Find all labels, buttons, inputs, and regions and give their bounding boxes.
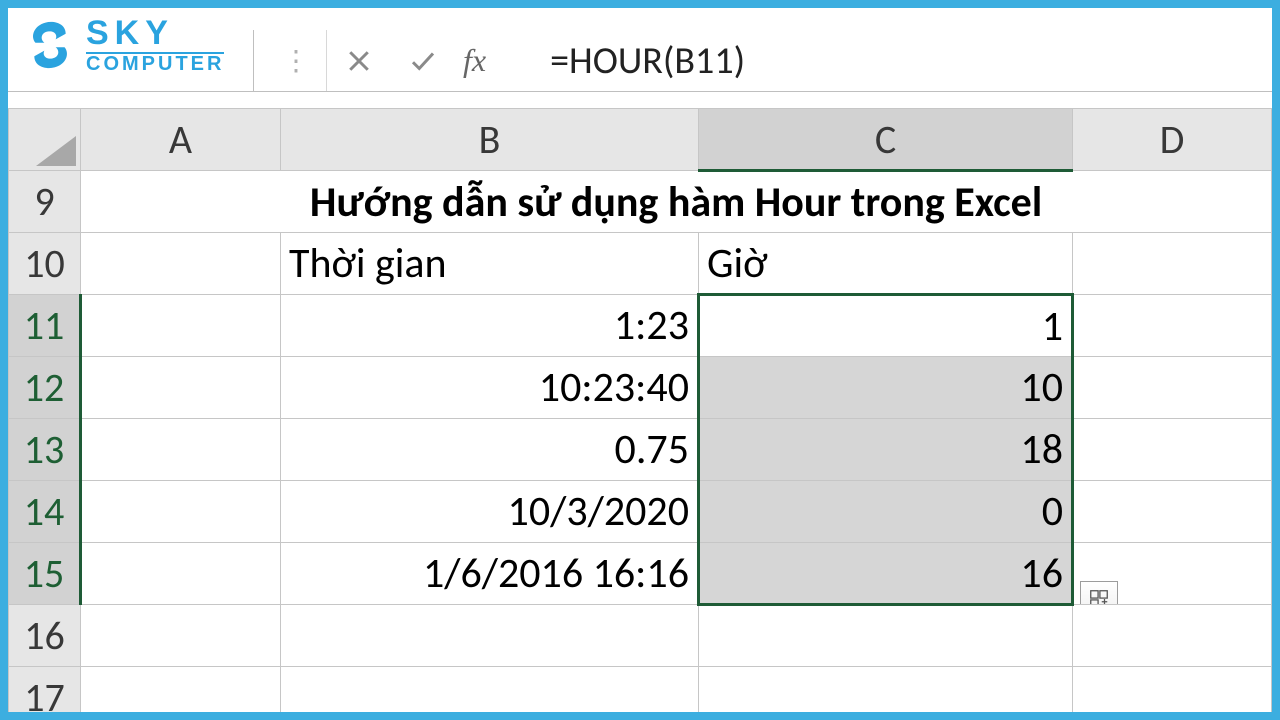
row-header-13[interactable]: 13 xyxy=(9,419,81,481)
insert-function-button[interactable]: fx xyxy=(455,42,504,79)
formula-bar-divider: ⋮ xyxy=(266,30,327,91)
cell-D17[interactable] xyxy=(1073,667,1272,713)
cell-A16[interactable] xyxy=(81,605,281,667)
cell-C14[interactable]: 0 xyxy=(699,481,1073,543)
col-header-B[interactable]: B xyxy=(281,109,699,171)
enter-formula-icon[interactable] xyxy=(391,30,455,91)
col-header-C[interactable]: C xyxy=(699,109,1073,171)
cell-B13[interactable]: 0.75 xyxy=(281,419,699,481)
cell-D11[interactable] xyxy=(1073,295,1272,357)
cell-A12[interactable] xyxy=(81,357,281,419)
logo-mark-icon xyxy=(22,17,78,73)
col-header-D[interactable]: D xyxy=(1073,109,1272,171)
cell-C10[interactable]: Giờ xyxy=(699,233,1073,295)
cell-B15[interactable]: 1/6/2016 16:16 xyxy=(281,543,699,605)
cell-A17[interactable] xyxy=(81,667,281,713)
cell-B11[interactable]: 1:23 xyxy=(281,295,699,357)
row-header-15[interactable]: 15 xyxy=(9,543,81,605)
formula-input[interactable]: =HOUR(B11) xyxy=(516,38,1272,84)
autofill-options-button[interactable] xyxy=(1080,581,1118,605)
row-header-11[interactable]: 11 xyxy=(9,295,81,357)
cell-D13[interactable] xyxy=(1073,419,1272,481)
cell-A14[interactable] xyxy=(81,481,281,543)
cell-B16[interactable] xyxy=(281,605,699,667)
cell-C12[interactable]: 10 xyxy=(699,357,1073,419)
col-header-A[interactable]: A xyxy=(81,109,281,171)
row-header-9[interactable]: 9 xyxy=(9,171,81,233)
row-header-10[interactable]: 10 xyxy=(9,233,81,295)
logo-text-2: COMPUTER xyxy=(86,54,224,74)
select-all-triangle-icon xyxy=(36,136,76,166)
logo-text-1: SKY xyxy=(86,16,224,54)
cell-D16[interactable] xyxy=(1073,605,1272,667)
title-cell[interactable]: Hướng dẫn sử dụng hàm Hour trong Excel xyxy=(81,171,1272,233)
cell-A15[interactable] xyxy=(81,543,281,605)
cell-D14[interactable] xyxy=(1073,481,1272,543)
cell-A10[interactable] xyxy=(81,233,281,295)
cell-B14[interactable]: 10/3/2020 xyxy=(281,481,699,543)
cell-B12[interactable]: 10:23:40 xyxy=(281,357,699,419)
cancel-formula-icon[interactable] xyxy=(327,30,391,91)
cell-C17[interactable] xyxy=(699,667,1073,713)
cell-C13[interactable]: 18 xyxy=(699,419,1073,481)
cell-A11[interactable] xyxy=(81,295,281,357)
select-all-corner[interactable] xyxy=(9,109,81,171)
cell-B10[interactable]: Thời gian xyxy=(281,233,699,295)
cell-C15[interactable]: 16 xyxy=(699,543,1073,605)
row-header-14[interactable]: 14 xyxy=(9,481,81,543)
row-header-17[interactable]: 17 xyxy=(9,667,81,713)
spreadsheet-window: SKY COMPUTER ⋮ fx =HOUR(B11) xyxy=(8,8,1272,712)
cell-C11[interactable]: 1 xyxy=(699,295,1073,357)
cell-C16[interactable] xyxy=(699,605,1073,667)
cell-B17[interactable] xyxy=(281,667,699,713)
row-header-16[interactable]: 16 xyxy=(9,605,81,667)
cell-D12[interactable] xyxy=(1073,357,1272,419)
grid: A B C D 9 Hướng dẫn sử dụng hàm Hour tro… xyxy=(8,108,1272,712)
cell-D10[interactable] xyxy=(1073,233,1272,295)
row-header-12[interactable]: 12 xyxy=(9,357,81,419)
cell-A13[interactable] xyxy=(81,419,281,481)
logo: SKY COMPUTER xyxy=(22,16,224,74)
cell-D15[interactable] xyxy=(1073,543,1272,605)
